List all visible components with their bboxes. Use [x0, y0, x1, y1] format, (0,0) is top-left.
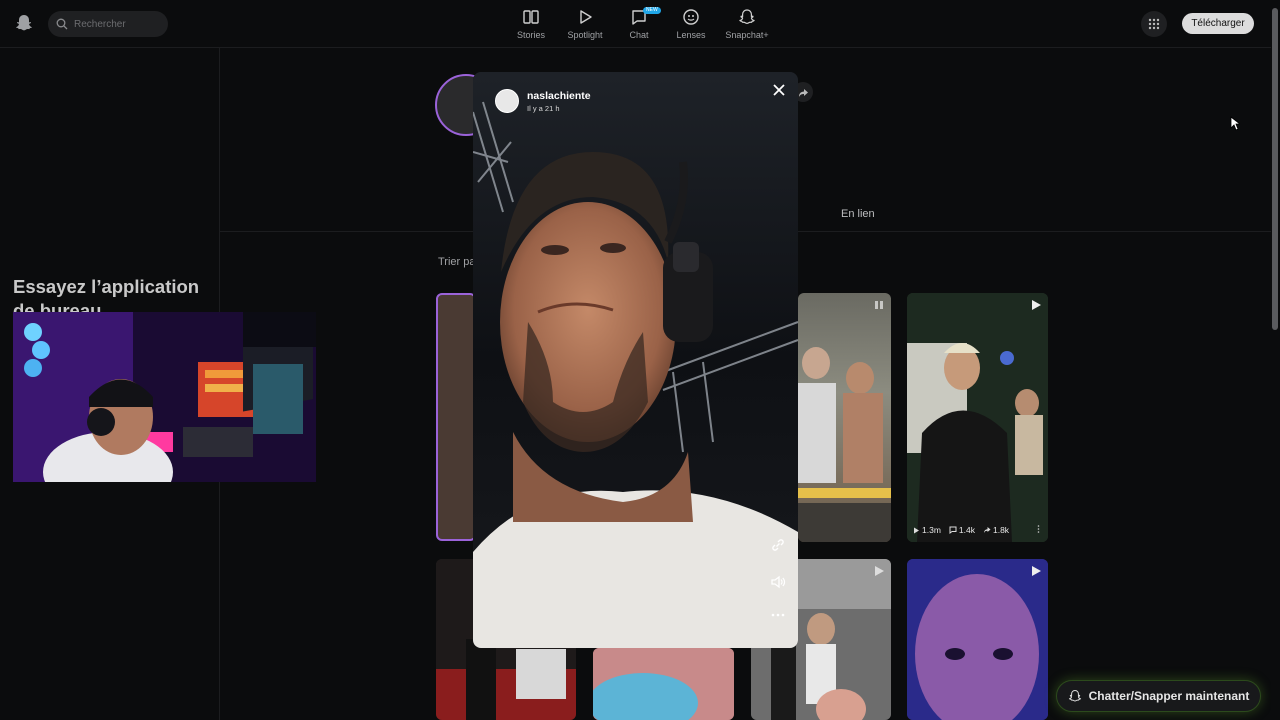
story-tile[interactable] [436, 293, 476, 541]
desktop-app-promo-title: Essayez l’application de bureau [13, 276, 200, 313]
nav-lenses-label: Lenses [676, 30, 706, 40]
story-user-avatar[interactable] [495, 89, 519, 113]
search-icon [56, 18, 68, 30]
nav-snapchat-plus[interactable]: Snapchat+ [717, 8, 777, 40]
main-nav: Stories Spotlight NEW Chat Lenses Snapch… [505, 7, 777, 40]
snapchat-plus-icon [739, 9, 755, 25]
more-icon[interactable] [1037, 525, 1040, 533]
top-bar: Stories Spotlight NEW Chat Lenses Snapch… [0, 0, 1280, 48]
search-input[interactable] [74, 18, 160, 30]
volume-icon[interactable] [770, 574, 786, 590]
spotlight-play-icon [580, 10, 592, 24]
lenses-icon [683, 9, 699, 25]
more-options-icon[interactable] [770, 607, 786, 623]
story-video-frame [473, 72, 798, 648]
story-tile[interactable] [907, 559, 1048, 720]
nav-lenses[interactable]: Lenses [665, 8, 717, 40]
apps-menu-button[interactable] [1141, 11, 1167, 37]
story-thumbnail [593, 648, 734, 720]
play-icon [875, 301, 883, 309]
story-tile[interactable] [593, 648, 734, 720]
shares-count: 1.8k [992, 525, 1010, 535]
comments-icon [949, 526, 957, 534]
chat-snap-now-button[interactable]: Chatter/Snapper maintenant [1056, 680, 1261, 712]
nav-chat-label: Chat [629, 30, 649, 40]
sort-label[interactable]: Trier pa [438, 256, 476, 268]
mouse-cursor-icon [1230, 116, 1240, 131]
download-button[interactable]: Télécharger [1182, 13, 1254, 34]
story-thumbnail [798, 347, 891, 542]
story-tile[interactable] [798, 293, 891, 542]
share-icon [798, 88, 808, 97]
webcam-scene [13, 312, 316, 482]
shares-icon [983, 527, 991, 533]
nav-snapchat-plus-label: Snapchat+ [725, 30, 769, 40]
tab-linked[interactable]: En lien [841, 208, 875, 220]
story-header: naslachiente Il y a 21 h [495, 89, 591, 113]
tile-stats: 1.3m 1.4k 1.8k [913, 525, 1009, 535]
nav-stories-label: Stories [516, 30, 545, 40]
webcam-overlay [13, 312, 316, 482]
link-icon[interactable] [770, 537, 786, 553]
story-tile[interactable]: 1.3m 1.4k 1.8k [907, 293, 1048, 542]
search-bar[interactable] [48, 11, 168, 37]
story-thumbnail [907, 559, 1048, 720]
close-icon[interactable] [770, 81, 788, 99]
chat-snap-now-label: Chatter/Snapper maintenant [1088, 689, 1250, 703]
play-icon [1032, 566, 1041, 576]
stories-icon [523, 10, 539, 24]
story-viewer[interactable]: naslachiente Il y a 21 h [473, 72, 798, 648]
story-thumbnail [907, 293, 1048, 542]
story-username[interactable]: naslachiente [527, 90, 591, 102]
views-icon [914, 527, 919, 533]
snapchat-ghost-icon[interactable] [14, 13, 34, 33]
comments-count: 1.4k [958, 525, 975, 535]
snapchat-ghost-icon [1068, 690, 1081, 702]
story-timestamp: Il y a 21 h [527, 103, 560, 113]
nav-stories[interactable]: Stories [505, 8, 557, 40]
nav-spotlight-label: Spotlight [567, 30, 603, 40]
nav-spotlight[interactable]: Spotlight [557, 8, 613, 40]
page-scrollbar-thumb[interactable] [1272, 8, 1278, 330]
views-count: 1.3m [922, 525, 941, 535]
play-icon [1032, 300, 1041, 310]
new-badge: NEW [643, 7, 661, 14]
grid-icon [1148, 18, 1160, 30]
nav-chat[interactable]: NEW Chat [613, 7, 665, 40]
play-icon [875, 566, 884, 576]
